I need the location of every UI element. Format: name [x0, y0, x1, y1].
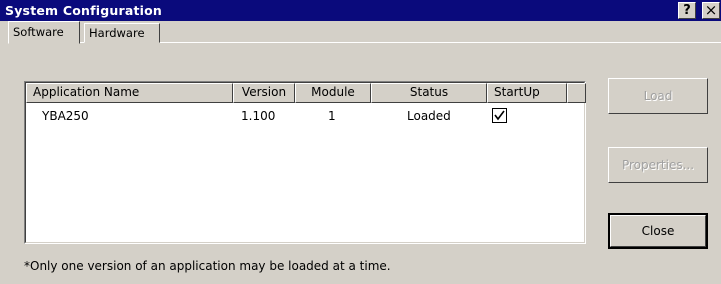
- properties-button[interactable]: Properties...: [608, 147, 708, 183]
- startup-checkbox[interactable]: [492, 108, 507, 123]
- list-header: Application Name Version Module Status S…: [26, 83, 586, 103]
- window-title: System Configuration: [5, 3, 162, 18]
- application-list[interactable]: Application Name Version Module Status S…: [24, 81, 586, 244]
- close-window-button[interactable]: ×: [702, 2, 720, 19]
- column-status[interactable]: Status: [371, 83, 487, 103]
- column-application-name[interactable]: Application Name: [26, 83, 233, 103]
- question-mark-icon: ?: [683, 3, 691, 18]
- column-filler: [567, 83, 586, 103]
- close-button[interactable]: Close: [608, 213, 708, 249]
- help-button[interactable]: ?: [678, 2, 696, 19]
- title-bar[interactable]: System Configuration ? ×: [0, 0, 721, 21]
- tab-software[interactable]: Software: [8, 21, 80, 44]
- load-button[interactable]: Load: [608, 78, 708, 114]
- cell-module: 1: [328, 109, 336, 123]
- cell-application-name: YBA250: [42, 109, 89, 123]
- checkmark-icon: [494, 110, 505, 121]
- table-row[interactable]: YBA250 1.100 1 Loaded: [26, 107, 586, 125]
- column-module[interactable]: Module: [295, 83, 371, 103]
- system-configuration-dialog: System Configuration ? × Software Hardwa…: [0, 0, 721, 284]
- close-icon: ×: [704, 1, 718, 19]
- cell-version: 1.100: [241, 109, 276, 123]
- cell-status: Loaded: [407, 109, 451, 123]
- column-startup[interactable]: StartUp: [487, 83, 567, 103]
- tab-hardware[interactable]: Hardware: [84, 23, 160, 43]
- column-version[interactable]: Version: [233, 83, 295, 103]
- footnote: *Only one version of an application may …: [24, 259, 391, 273]
- application-list-frame: Application Name Version Module Status S…: [25, 82, 586, 243]
